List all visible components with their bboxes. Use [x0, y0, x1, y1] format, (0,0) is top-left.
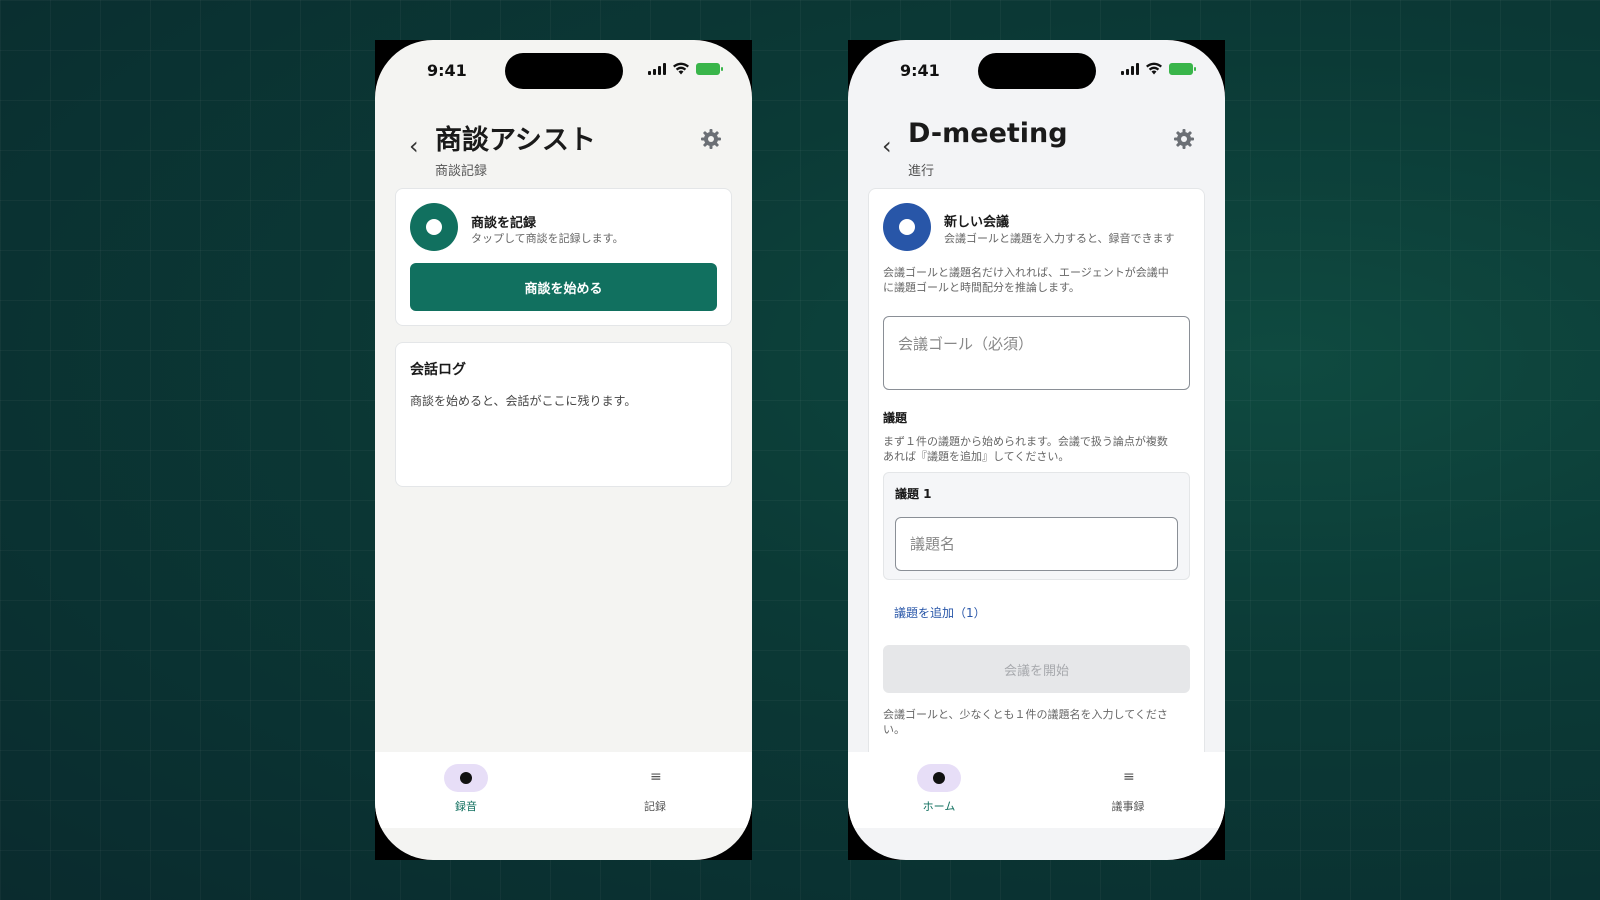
page-header: ‹ D-meeting 進行	[848, 118, 1225, 188]
meeting-card-description: 会議ゴールと議題を入力すると、録音できます	[944, 232, 1175, 245]
footer-hint-line: い。	[883, 723, 905, 736]
status-time: 9:41	[427, 61, 467, 80]
conversation-log-empty-text: 商談を始めると、会話がここに残ります。	[410, 394, 637, 408]
back-chevron-icon[interactable]: ‹	[409, 134, 419, 158]
tab-history-label: 記録	[644, 800, 666, 813]
phone-frame-sales-assist: 9:41 ‹ 商談アシスト 商談記録 商談を記録 タップして商談を記録します。 …	[375, 40, 752, 860]
dynamic-island	[978, 53, 1096, 89]
list-icon: ≡	[650, 769, 662, 785]
meeting-card-title: 新しい会議	[944, 215, 1010, 230]
record-card: 商談を記録 タップして商談を記録します。 商談を始める	[395, 188, 732, 326]
tab-history-pill: ≡	[633, 764, 677, 792]
tab-history[interactable]: ≡ 記録	[605, 764, 705, 814]
phone-screen: 9:41 ‹ D-meeting 進行 新しい会議 会議ゴールと議題を入力すると…	[848, 40, 1225, 860]
record-dot-icon	[933, 772, 945, 784]
tab-home[interactable]: ホーム	[889, 764, 989, 814]
intro-text-line: 会議ゴールと議題名だけ入れれば、エージェントが会議中	[883, 266, 1169, 279]
agenda-help-line: あれば『議題を追加』してください。	[883, 450, 1070, 463]
tab-minutes-pill: ≡	[1106, 764, 1150, 792]
back-chevron-icon[interactable]: ‹	[882, 134, 892, 158]
page-subtitle: 商談記録	[435, 164, 488, 179]
page-title: 商談アシスト	[435, 125, 596, 156]
tab-bar: 録音 ≡ 記録	[375, 752, 752, 828]
phone-screen: 9:41 ‹ 商談アシスト 商談記録 商談を記録 タップして商談を記録します。 …	[375, 40, 752, 860]
agenda-item-label: 議題 1	[895, 487, 932, 501]
page-header: ‹ 商談アシスト 商談記録	[375, 118, 752, 188]
tab-bar: ホーム ≡ 議事録	[848, 752, 1225, 828]
meeting-goal-input[interactable]: 会議ゴール（必須）	[883, 316, 1190, 390]
tab-record[interactable]: 録音	[416, 764, 516, 814]
status-time: 9:41	[900, 61, 940, 80]
tab-home-label: ホーム	[922, 800, 956, 813]
conversation-log-card: 会話ログ 商談を始めると、会話がここに残ります。	[395, 342, 732, 487]
battery-charging-icon	[1169, 62, 1196, 75]
tab-record-label: 録音	[455, 800, 477, 813]
intro-text-line: に議題ゴールと時間配分を推論します。	[883, 281, 1080, 294]
signal-icon	[1121, 62, 1139, 75]
status-bar: 9:41	[848, 40, 1225, 102]
list-icon: ≡	[1123, 769, 1135, 785]
status-icons	[1121, 62, 1196, 75]
tab-record-pill	[444, 764, 488, 792]
intro-text: 会議ゴールと議題名だけ入れれば、エージェントが会議中 に議題ゴールと時間配分を推…	[883, 265, 1169, 295]
conversation-log-title: 会話ログ	[410, 362, 466, 378]
new-meeting-card: 新しい会議 会議ゴールと議題を入力すると、録音できます 会議ゴールと議題名だけ入…	[868, 188, 1205, 788]
wifi-icon	[673, 62, 689, 75]
tab-home-pill	[917, 764, 961, 792]
page-title: D-meeting	[908, 118, 1068, 149]
record-card-description: タップして商談を記録します。	[471, 232, 624, 245]
start-meeting-button[interactable]: 会議を開始	[883, 645, 1190, 693]
status-icons	[648, 62, 723, 75]
gear-icon[interactable]	[700, 128, 722, 150]
wifi-icon	[1146, 62, 1162, 75]
start-sales-meeting-button[interactable]: 商談を始める	[410, 263, 717, 311]
record-dot-icon	[460, 772, 472, 784]
phone-frame-d-meeting: 9:41 ‹ D-meeting 進行 新しい会議 会議ゴールと議題を入力すると…	[848, 40, 1225, 860]
meeting-ring-icon	[883, 203, 931, 251]
page-subtitle: 進行	[908, 164, 935, 179]
agenda-name-input[interactable]: 議題名	[895, 517, 1178, 571]
agenda-label: 議題	[883, 411, 908, 425]
battery-charging-icon	[696, 62, 723, 75]
gear-icon[interactable]	[1173, 128, 1195, 150]
background-grid	[0, 0, 1600, 900]
tab-minutes-label: 議事録	[1111, 800, 1145, 813]
dynamic-island	[505, 53, 623, 89]
record-card-title: 商談を記録	[471, 216, 537, 231]
record-ring-icon	[410, 203, 458, 251]
tab-minutes[interactable]: ≡ 議事録	[1078, 764, 1178, 814]
status-bar: 9:41	[375, 40, 752, 102]
footer-hint-line: 会議ゴールと、少なくとも１件の議題名を入力してくださ	[883, 708, 1168, 721]
agenda-help-text: まず１件の議題から始められます。会議で扱う論点が複数 あれば『議題を追加』してく…	[883, 434, 1168, 464]
signal-icon	[648, 62, 666, 75]
footer-hint-text: 会議ゴールと、少なくとも１件の議題名を入力してくださ い。	[883, 707, 1168, 737]
agenda-help-line: まず１件の議題から始められます。会議で扱う論点が複数	[883, 435, 1168, 448]
add-agenda-button[interactable]: 議題を追加（1）	[894, 604, 986, 621]
agenda-item-box: 議題 1 議題名	[883, 472, 1190, 580]
